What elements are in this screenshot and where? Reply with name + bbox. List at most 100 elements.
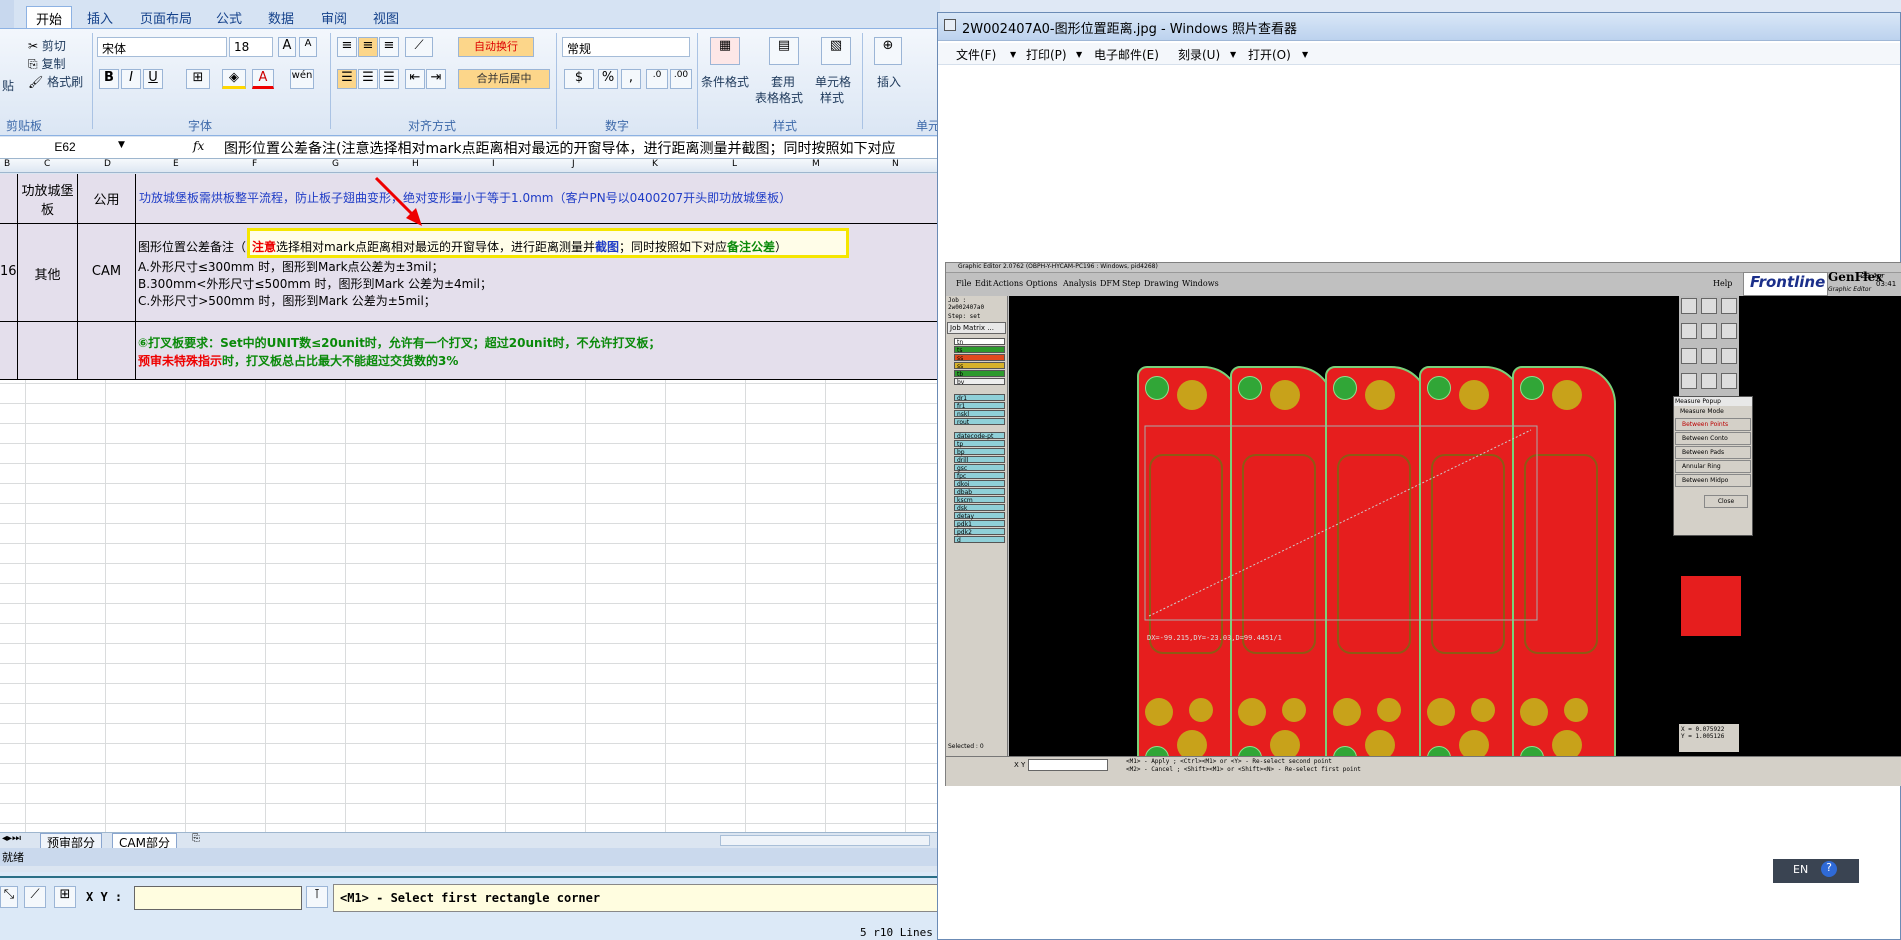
gf-menu-help[interactable]: Help: [1713, 279, 1732, 288]
col-header-k[interactable]: K: [652, 159, 658, 169]
layer-item[interactable]: datecode-pt: [954, 432, 1005, 440]
col-header-g[interactable]: G: [332, 159, 339, 169]
gf-menu-edit[interactable]: Edit: [975, 279, 992, 288]
tool-icon[interactable]: [1681, 323, 1697, 339]
tool-icon[interactable]: [1721, 298, 1737, 314]
col-header-c[interactable]: C: [44, 159, 50, 169]
name-box[interactable]: E62: [0, 138, 130, 157]
layer-item[interactable]: pdk2: [954, 528, 1005, 536]
italic-button[interactable]: I: [121, 69, 141, 89]
font-color-icon[interactable]: A: [252, 69, 274, 89]
wrap-text-button[interactable]: 自动换行: [458, 37, 534, 57]
cell-e3[interactable]: ⑥打叉板要求：Set中的UNIT数≤20unit时，允许有一个打叉；超过20un…: [136, 322, 940, 380]
tool-icon[interactable]: [1721, 373, 1737, 389]
tool-icon[interactable]: [1721, 323, 1737, 339]
cell-d2[interactable]: CAM: [78, 224, 136, 322]
layer-item[interactable]: kscm: [954, 496, 1005, 504]
gf-menu-file[interactable]: File: [956, 279, 971, 288]
col-header-j[interactable]: J: [572, 159, 575, 169]
gf-menu-dfm[interactable]: DFM: [1100, 279, 1120, 288]
popup-item[interactable]: Between Points: [1675, 418, 1751, 431]
cell-b2[interactable]: 16: [0, 224, 18, 322]
cell-c1[interactable]: 功放城堡板: [18, 174, 78, 224]
cell-c3[interactable]: [18, 322, 78, 380]
grid-tool-icon[interactable]: ⊞: [54, 886, 76, 908]
align-middle-icon[interactable]: ≡: [358, 37, 378, 57]
align-top-icon[interactable]: ≡: [337, 37, 357, 57]
cell-b1[interactable]: [0, 174, 18, 224]
fill-color-icon[interactable]: ◈: [222, 69, 246, 89]
popup-close-button[interactable]: Close: [1704, 495, 1748, 508]
layer-item[interactable]: dbab: [954, 488, 1005, 496]
percent-button[interactable]: %: [598, 69, 618, 89]
chevron-down-icon[interactable]: ▼: [1010, 50, 1016, 59]
tab-data[interactable]: 数据: [259, 6, 303, 28]
layer-item[interactable]: tn: [954, 338, 1005, 346]
font-name-select[interactable]: 宋体: [97, 37, 227, 57]
cell-styles-icon[interactable]: ▧: [821, 37, 851, 65]
cell-b3[interactable]: [0, 322, 18, 380]
layer-item[interactable]: fr1: [954, 402, 1005, 410]
cell-d1[interactable]: 公用: [78, 174, 136, 224]
layer-item[interactable]: drill: [954, 456, 1005, 464]
cell-e2[interactable]: 图形位置公差备注（ 注意选择相对mark点距离相对最远的开窗导体，进行距离测量并…: [136, 224, 940, 322]
tab-formulas[interactable]: 公式: [207, 6, 251, 28]
col-header-e[interactable]: E: [173, 159, 179, 169]
copy-button[interactable]: ⎘ 复制: [28, 55, 65, 72]
tool-icon[interactable]: [1721, 348, 1737, 364]
pcb-canvas[interactable]: DX=-99.215,DY=-23.03,D=99.4451/1: [1009, 296, 1679, 756]
tool-icon[interactable]: [1681, 298, 1697, 314]
tool-icon[interactable]: [1701, 348, 1717, 364]
align-bottom-icon[interactable]: ≡: [379, 37, 399, 57]
layer-item[interactable]: d: [954, 536, 1005, 544]
office-button-edge[interactable]: [0, 0, 14, 30]
tab-home[interactable]: 开始: [26, 6, 73, 28]
font-size-select[interactable]: 18: [229, 37, 273, 57]
tool-icon[interactable]: [1681, 348, 1697, 364]
comma-button[interactable]: ,: [621, 69, 641, 89]
function-icon[interactable]: fx: [193, 139, 204, 153]
layer-item[interactable]: ss: [954, 354, 1005, 362]
decrease-indent-icon[interactable]: ⇤: [405, 69, 425, 89]
conditional-format-icon[interactable]: ▦: [710, 37, 740, 65]
tab-review[interactable]: 审阅: [312, 6, 356, 28]
tab-view[interactable]: 视图: [364, 6, 408, 28]
format-as-table-button[interactable]: 套用: [771, 73, 795, 90]
menu-print[interactable]: 打印(P): [1026, 46, 1067, 63]
col-header-d[interactable]: D: [104, 159, 111, 169]
layer-item[interactable]: fpc: [954, 472, 1005, 480]
grow-font-icon[interactable]: A: [278, 37, 296, 57]
increase-decimal-icon[interactable]: .0: [646, 69, 668, 89]
cell-d3[interactable]: [78, 322, 136, 380]
borders-icon[interactable]: ⊞: [186, 69, 210, 89]
gf-menu-analysis[interactable]: Analysis: [1063, 279, 1097, 288]
layer-item[interactable]: gsc: [954, 464, 1005, 472]
chevron-down-icon[interactable]: ▼: [118, 140, 125, 150]
col-header-l[interactable]: L: [732, 159, 737, 169]
layer-item[interactable]: detay: [954, 512, 1005, 520]
number-format-select[interactable]: 常规: [562, 37, 690, 57]
col-header-m[interactable]: M: [812, 159, 820, 169]
col-header-f[interactable]: F: [252, 159, 257, 169]
menu-burn[interactable]: 刻录(U): [1178, 46, 1220, 63]
job-matrix-button[interactable]: Job Matrix ...: [947, 322, 1006, 334]
cell-styles-button[interactable]: 单元格: [815, 73, 851, 90]
tab-insert[interactable]: 插入: [78, 6, 122, 28]
gf-menu-drawing[interactable]: Drawing: [1144, 279, 1179, 288]
horizontal-scrollbar[interactable]: [720, 835, 930, 846]
sheet-nav-icon[interactable]: ◂▸⏭: [2, 833, 21, 844]
paste-button[interactable]: 贴: [2, 77, 14, 94]
gf-menu-actions[interactable]: Actions: [993, 279, 1023, 288]
tool-icon[interactable]: [1681, 373, 1697, 389]
layer-item[interactable]: rout: [954, 418, 1005, 426]
popup-item[interactable]: Annular Ring: [1675, 460, 1751, 473]
cell-e1[interactable]: 功放城堡板需烘板整平流程，防止板子翅曲变形，绝对变形量小于等于1.0mm（客户P…: [136, 174, 940, 224]
xy-input[interactable]: [134, 886, 302, 910]
menu-open[interactable]: 打开(O): [1248, 46, 1291, 63]
increase-indent-icon[interactable]: ⇥: [426, 69, 446, 89]
orientation-icon[interactable]: ⟋: [405, 37, 433, 57]
bold-button[interactable]: B: [99, 69, 119, 89]
language-indicator[interactable]: EN: [1793, 863, 1808, 876]
phonetic-button[interactable]: wén: [290, 69, 314, 89]
insert-cells-icon[interactable]: ⊕: [874, 37, 902, 65]
